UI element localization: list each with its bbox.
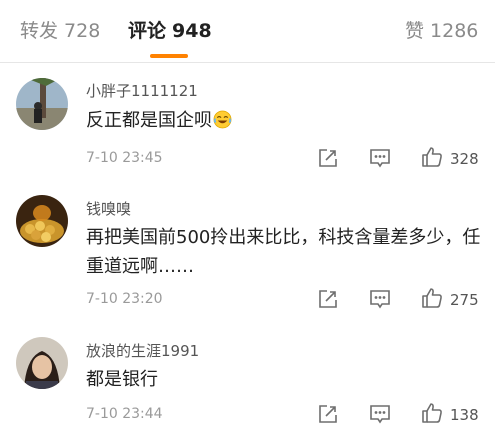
tab-likes-count: 1286 xyxy=(430,20,479,42)
thumbs-up-icon[interactable] xyxy=(420,145,444,169)
tab-comments-count: 948 xyxy=(172,20,212,42)
tab-reposts[interactable]: 转发 728 xyxy=(20,19,100,43)
laugh-cry-emoji-icon xyxy=(213,109,232,129)
comment-text: 反正都是国企呗 xyxy=(86,106,486,135)
comment-item: 钱嗅嗅 再把美国前500拎出来比比，科技含量差多少，任重道远啊…… 7-10 2… xyxy=(0,187,495,327)
like-count: 138 xyxy=(450,406,479,424)
comment-bubble-icon[interactable] xyxy=(368,402,392,426)
active-tab-indicator xyxy=(150,54,188,58)
tab-reposts-label: 转发 xyxy=(20,20,59,42)
edit-share-icon[interactable] xyxy=(316,146,340,170)
comment-item: 小胖子1111121 反正都是国企呗 7-10 23:45 328 xyxy=(0,62,495,187)
edit-share-icon[interactable] xyxy=(316,287,340,311)
edit-share-icon[interactable] xyxy=(316,402,340,426)
comment-bubble-icon[interactable] xyxy=(368,287,392,311)
comment-item: 放浪的生涯1991 都是银行 7-10 23:44 138 xyxy=(0,327,495,435)
tab-comments-label: 评论 xyxy=(128,20,167,42)
like-count: 328 xyxy=(450,150,479,168)
comment-time: 7-10 23:45 xyxy=(86,150,163,166)
tab-likes-label: 赞 xyxy=(405,20,425,42)
comment-username[interactable]: 钱嗅嗅 xyxy=(86,198,131,219)
thumbs-up-icon[interactable] xyxy=(420,286,444,310)
avatar[interactable] xyxy=(16,337,68,389)
tab-likes[interactable]: 赞 1286 xyxy=(405,19,478,43)
tab-comments[interactable]: 评论 948 xyxy=(128,19,212,43)
like-count: 275 xyxy=(450,291,479,309)
comment-time: 7-10 23:44 xyxy=(86,406,163,422)
comment-text-body: 反正都是国企呗 xyxy=(86,110,212,131)
comment-text: 都是银行 xyxy=(86,369,158,390)
comment-bubble-icon[interactable] xyxy=(368,146,392,170)
avatar[interactable] xyxy=(16,78,68,130)
comment-tabs: 转发 728 评论 948 赞 1286 xyxy=(0,0,495,62)
comment-text: 再把美国前500拎出来比比，科技含量差多少，任重道远啊…… xyxy=(86,227,481,277)
thumbs-up-icon[interactable] xyxy=(420,401,444,425)
comment-username[interactable]: 放浪的生涯1991 xyxy=(86,340,199,361)
avatar[interactable] xyxy=(16,195,68,247)
comment-username[interactable]: 小胖子1111121 xyxy=(86,80,198,101)
tab-reposts-count: 728 xyxy=(64,20,101,42)
comment-time: 7-10 23:20 xyxy=(86,291,163,307)
